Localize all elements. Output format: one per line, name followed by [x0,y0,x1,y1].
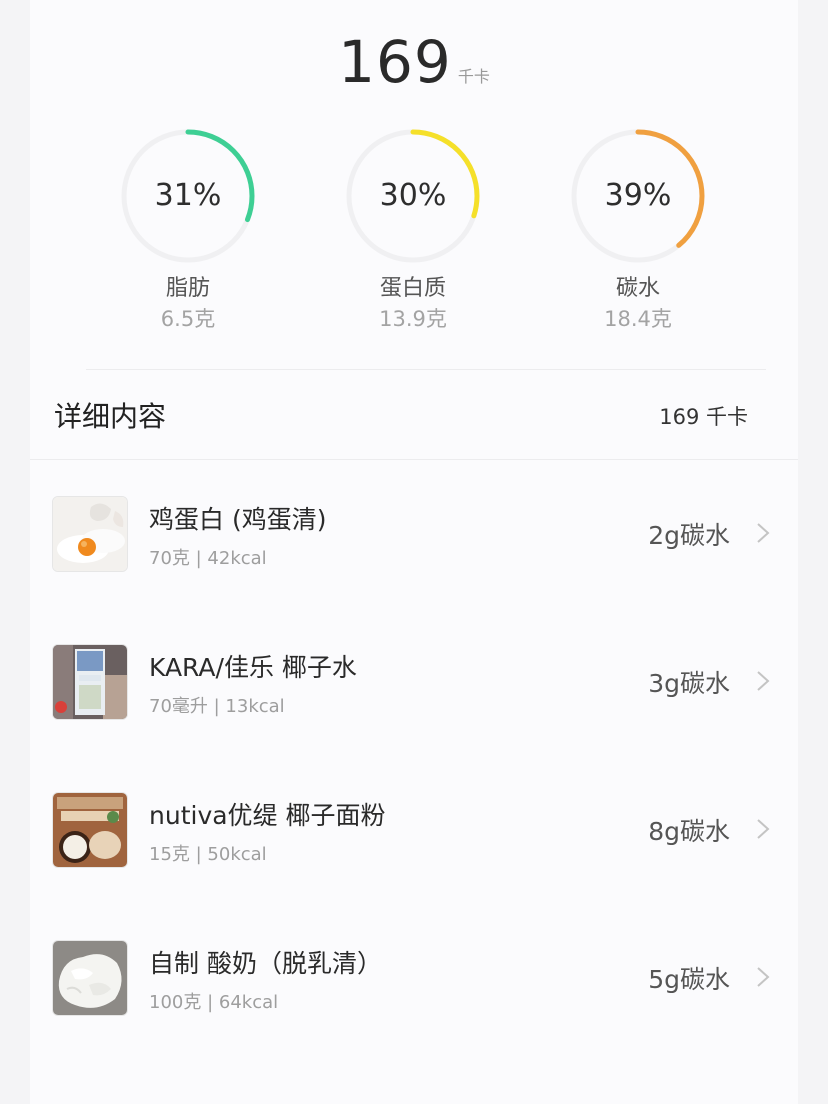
food-name: 鸡蛋白 (鸡蛋清) [149,505,327,534]
macro-protein: 30% 蛋白质 13.9克 [323,128,503,334]
coconut-flour-bag-photo-icon [52,792,128,868]
carbs-percent: 39% [604,178,672,213]
food-carbs: 5g碳水 [648,965,730,994]
chevron-right-icon [757,671,770,691]
details-total-calories: 169 千卡 [659,405,748,429]
food-carbs: 3g碳水 [648,669,730,698]
total-calories-value: 169 [338,28,452,96]
fat-percent: 31% [154,178,222,213]
food-meta: 70毫升 | 13kcal [149,696,285,717]
details-title: 详细内容 [54,400,167,433]
protein-percent: 30% [379,178,447,213]
total-calories: 169 千卡 [30,28,798,98]
protein-amount: 13.9克 [379,307,447,331]
chevron-right-icon [757,819,770,839]
food-item-egg-white[interactable]: 鸡蛋白 (鸡蛋清) 70克 | 42kcal 2g碳水 [30,460,798,608]
food-carbs: 2g碳水 [648,521,730,550]
macro-fat: 31% 脂肪 6.5克 [98,128,278,334]
food-name: KARA/佳乐 椰子水 [149,653,357,682]
food-meta: 100克 | 64kcal [149,992,279,1013]
carbs-ring: 39% [570,128,706,264]
strained-yogurt-photo-icon [52,940,128,1016]
carbs-label: 碳水 [615,276,660,301]
food-item-coconut-flour[interactable]: nutiva优缇 椰子面粉 15克 | 50kcal 8g碳水 [30,756,798,904]
food-carbs: 8g碳水 [648,817,730,846]
total-calories-unit: 千卡 [457,67,490,86]
food-meta: 70克 | 42kcal [149,548,267,569]
food-name: nutiva优缇 椰子面粉 [149,801,386,830]
macro-carbs: 39% 碳水 18.4克 [548,128,728,334]
food-item-strained-yogurt[interactable]: 自制 酸奶（脱乳清） 100克 | 64kcal 5g碳水 [30,904,798,1052]
fat-amount: 6.5克 [160,307,216,331]
chevron-right-icon [757,967,770,987]
fat-ring: 31% [120,128,256,264]
coconut-water-carton-photo-icon [52,644,128,720]
chevron-right-icon [757,523,770,543]
food-meta: 15克 | 50kcal [149,844,267,865]
food-name: 自制 酸奶（脱乳清） [149,949,382,978]
macro-breakdown: 31% 脂肪 6.5克 30% 蛋白质 13.9克 39% 碳水 18.4克 [30,128,798,338]
protein-label: 蛋白质 [379,276,446,301]
section-divider [86,369,766,370]
nutrition-detail-page: 169 千卡 31% 脂肪 6.5克 30% 蛋白质 13.9克 39% 碳水 … [30,0,798,1104]
details-header: 详细内容 169 千卡 [30,385,798,445]
egg-white-photo-icon [52,496,128,572]
protein-ring: 30% [345,128,481,264]
fat-label: 脂肪 [165,276,210,301]
food-item-coconut-water[interactable]: KARA/佳乐 椰子水 70毫升 | 13kcal 3g碳水 [30,608,798,756]
carbs-amount: 18.4克 [604,307,672,331]
